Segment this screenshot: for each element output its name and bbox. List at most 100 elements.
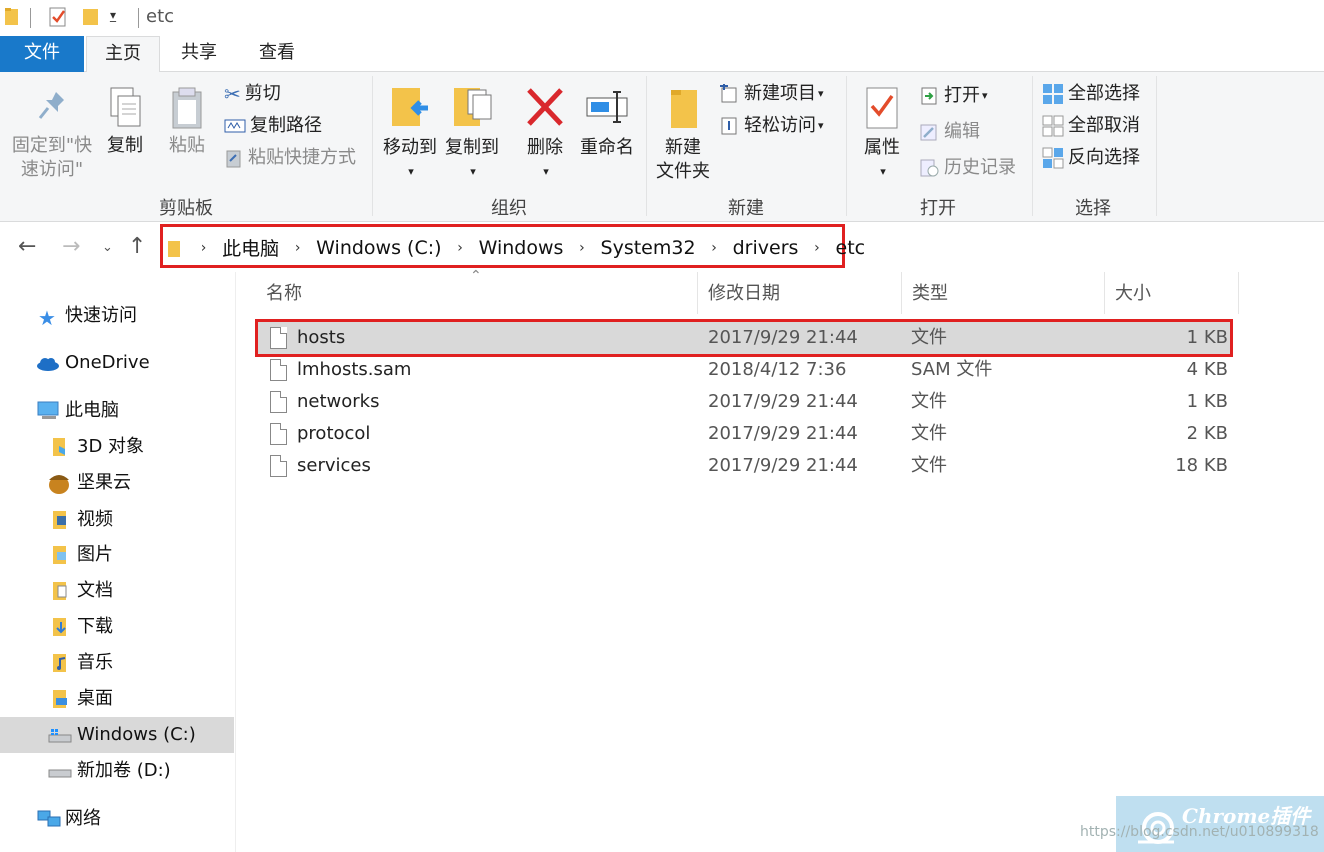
back-arrow-icon[interactable]: ← (18, 234, 36, 259)
column-header-name[interactable]: 名称 (256, 272, 698, 314)
sidebar-item-desktop[interactable]: 桌面 (0, 681, 234, 717)
history-button[interactable]: 历史记录 (918, 154, 1016, 182)
sidebar-item-this-pc[interactable]: 此电脑 (0, 393, 234, 429)
sidebar-item-network[interactable]: 网络 (0, 801, 234, 837)
select-group-label: 选择 (1075, 198, 1111, 219)
file-icon (270, 359, 287, 381)
new-folder-button[interactable]: 新建 文件夹 (652, 84, 714, 184)
breadcrumb-this-pc[interactable]: 此电脑 (222, 234, 279, 261)
move-to-button[interactable]: 移动到 ▾ (380, 84, 440, 184)
video-folder-icon (53, 511, 66, 529)
pictures-folder-icon (53, 546, 66, 564)
select-all-button[interactable]: 全部选择 (1042, 80, 1140, 108)
tab-file[interactable]: 文件 (0, 36, 84, 72)
customize-quick-access-icon[interactable]: ▾̲ (110, 8, 116, 22)
paste-button[interactable]: 粘贴 (162, 86, 212, 158)
tab-view[interactable]: 查看 (240, 36, 314, 72)
edit-button[interactable]: 编辑 (918, 118, 980, 146)
open-button[interactable]: 打开 ▾ (918, 82, 988, 110)
sidebar-item-nutstore[interactable]: 坚果云 (0, 465, 234, 501)
table-row[interactable]: services 2017/9/29 21:44 文件 18 KB (258, 450, 1230, 482)
star-icon: ★ (38, 306, 56, 330)
copy-to-button[interactable]: 复制到 ▾ (442, 84, 502, 184)
properties-button[interactable]: 属性 ▾ (856, 84, 908, 184)
table-row[interactable]: protocol 2017/9/29 21:44 文件 2 KB (258, 418, 1230, 450)
open-group-label: 打开 (920, 198, 956, 219)
group-divider (1156, 76, 1157, 216)
copy-label: 复制 (107, 135, 143, 156)
address-bar[interactable]: › 此电脑 › Windows (C:) › Windows › System3… (160, 224, 865, 268)
column-header-size[interactable]: 大小 (1105, 272, 1239, 314)
history-label: 历史记录 (944, 157, 1016, 178)
sidebar-item-music[interactable]: 音乐 (0, 645, 234, 681)
sidebar-item-label: 快速访问 (65, 305, 137, 326)
breadcrumb-drivers[interactable]: drivers (733, 237, 799, 259)
cloud-icon (37, 358, 59, 371)
breadcrumb-windows-c[interactable]: Windows (C:) (316, 237, 441, 259)
move-to-label: 移动到 (383, 137, 437, 158)
navigation-pane: ★ 快速访问 OneDrive 此电脑 3D 对象 坚果云 视频 图片 文档 下… (0, 272, 236, 852)
paste-shortcut-button[interactable]: 粘贴快捷方式 (224, 144, 356, 172)
breadcrumb-system32[interactable]: System32 (601, 237, 696, 259)
table-row[interactable]: lmhosts.sam 2018/4/12 7:36 SAM 文件 4 KB (258, 354, 1230, 386)
column-header-type[interactable]: 类型 (902, 272, 1105, 314)
watermark-url: https://blog.csdn.net/u010899318 (1080, 824, 1319, 840)
rename-icon (586, 91, 628, 123)
sidebar-item-3d-objects[interactable]: 3D 对象 (0, 429, 234, 465)
rename-button[interactable]: 重命名 (576, 84, 638, 160)
new-item-button[interactable]: 新建项目 ▾ (718, 80, 824, 108)
file-type: 文件 (911, 423, 947, 444)
sidebar-item-documents[interactable]: 文档 (0, 573, 234, 609)
new-folder-icon (671, 90, 697, 128)
sidebar-item-pictures[interactable]: 图片 (0, 537, 234, 573)
copy-path-button[interactable]: 复制路径 (224, 112, 322, 140)
file-type: 文件 (911, 391, 947, 412)
select-none-button[interactable]: 全部取消 (1042, 112, 1140, 140)
copy-path-label: 复制路径 (250, 115, 322, 136)
open-icon (921, 87, 937, 105)
chevron-down-icon: ▾ (470, 165, 476, 178)
breadcrumb-windows[interactable]: Windows (479, 237, 564, 259)
copy-button[interactable]: 复制 (100, 86, 150, 158)
recent-locations-chevron-icon[interactable]: ⌄ (102, 240, 113, 255)
clipboard-icon (172, 87, 202, 129)
sidebar-item-videos[interactable]: 视频 (0, 502, 234, 538)
pin-to-quick-access-button[interactable]: 固定到"快速访问" (6, 86, 98, 182)
up-arrow-icon[interactable]: ↑ (128, 234, 146, 259)
chevron-right-icon: › (579, 239, 585, 256)
folder-icon (5, 8, 18, 25)
delete-button[interactable]: 删除 ▾ (520, 84, 570, 184)
tab-share[interactable]: 共享 (162, 36, 236, 72)
new-folder-quick-icon[interactable] (82, 6, 100, 26)
invert-selection-label: 反向选择 (1068, 147, 1140, 168)
new-item-icon (720, 84, 737, 103)
invert-selection-icon (1042, 147, 1064, 169)
easy-access-button[interactable]: 轻松访问 ▾ (718, 112, 824, 140)
network-icon (37, 810, 61, 827)
file-list: ⌃ 名称 修改日期 类型 大小 hosts 2017/9/29 21:44 文件… (238, 268, 1324, 852)
sidebar-item-drive-c[interactable]: Windows (C:) (0, 717, 234, 753)
invert-selection-button[interactable]: 反向选择 (1042, 144, 1140, 172)
sidebar-item-quick-access[interactable]: ★ 快速访问 (0, 298, 234, 334)
chevron-right-icon: › (814, 239, 820, 256)
forward-arrow-icon[interactable]: → (62, 234, 80, 259)
properties-quick-icon[interactable] (48, 6, 68, 28)
sidebar-item-onedrive[interactable]: OneDrive (0, 345, 234, 381)
sidebar-item-downloads[interactable]: 下载 (0, 609, 234, 645)
3d-objects-icon (53, 438, 65, 456)
cut-button[interactable]: ✂ 剪切 (224, 80, 281, 108)
file-type: 文件 (911, 455, 947, 476)
column-header-date[interactable]: 修改日期 (698, 272, 902, 314)
sidebar-item-drive-d[interactable]: 新加卷 (D:) (0, 753, 234, 789)
table-row[interactable]: networks 2017/9/29 21:44 文件 1 KB (258, 386, 1230, 418)
clipboard-group-label: 剪贴板 (159, 198, 213, 219)
breadcrumb-etc[interactable]: etc (836, 237, 866, 259)
file-date: 2017/9/29 21:44 (708, 423, 858, 444)
file-icon (270, 455, 287, 477)
file-type: 文件 (911, 327, 947, 348)
tab-home[interactable]: 主页 (86, 36, 160, 73)
sidebar-item-label: 下载 (77, 616, 113, 637)
paste-shortcut-icon (226, 150, 241, 168)
table-row[interactable]: hosts 2017/9/29 21:44 文件 1 KB (255, 319, 1233, 357)
select-all-icon (1043, 84, 1063, 104)
